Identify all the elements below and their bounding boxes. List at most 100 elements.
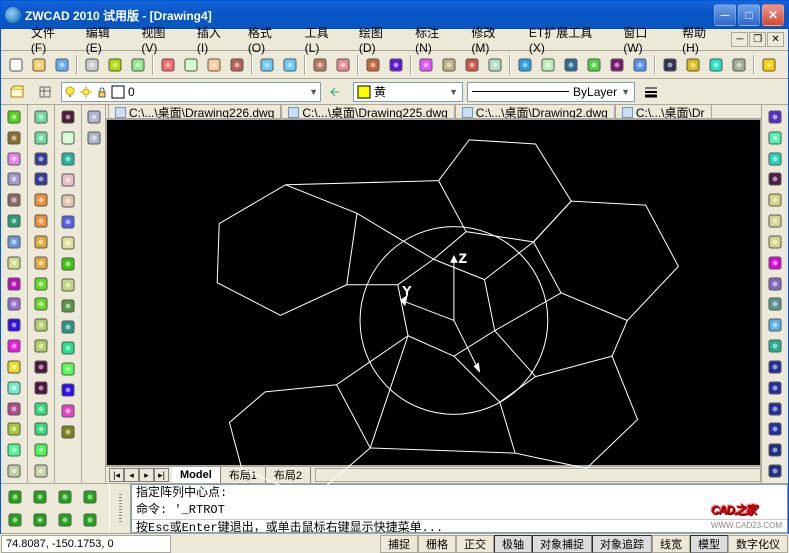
layer2-button[interactable] [83, 128, 105, 148]
cone-button[interactable] [583, 54, 605, 76]
command-window[interactable]: 指定阵列中心点: 命令: '_RTROT 按Esc或Enter键退出，或单击鼠标… [131, 484, 788, 533]
layer-states-button[interactable] [33, 81, 57, 103]
rt-pan-button[interactable] [309, 54, 331, 76]
coordinate-display[interactable]: 74.8087, -150.1753, 0 [1, 535, 171, 553]
xline-button[interactable] [3, 128, 25, 148]
zoom-p-button[interactable] [764, 232, 786, 252]
polygon-button[interactable] [3, 169, 25, 189]
layer-combo[interactable]: 0 ▼ [61, 82, 321, 102]
status-toggle-对象捕捉[interactable]: 对象捕捉 [532, 535, 592, 553]
publish-button[interactable] [127, 54, 149, 76]
status-toggle-对象追踪[interactable]: 对象追踪 [592, 535, 652, 553]
status-toggle-极轴[interactable]: 极轴 [494, 535, 532, 553]
hatch-button[interactable] [3, 378, 25, 398]
erase-button[interactable] [57, 107, 79, 127]
menu-insert[interactable]: 插入(I) [189, 22, 240, 57]
menu-file[interactable]: 文件(F) [23, 22, 78, 57]
cmd-side-d[interactable] [78, 486, 102, 508]
menu-format[interactable]: 格式(O) [240, 22, 297, 57]
sphere-button[interactable] [537, 54, 559, 76]
menu-view[interactable]: 视图(V) [133, 22, 189, 57]
status-toggle-栅格[interactable]: 栅格 [418, 535, 456, 553]
ellipse-button[interactable] [3, 294, 25, 314]
layout-tab[interactable]: Model [172, 467, 221, 483]
design-center-button[interactable] [438, 54, 460, 76]
mtext-button[interactable] [3, 461, 25, 481]
rotate-button[interactable] [57, 233, 79, 253]
fillet-button[interactable] [57, 401, 79, 421]
menu-draw[interactable]: 绘图(D) [351, 22, 407, 57]
box-b-button[interactable] [30, 211, 52, 231]
chamfer-button[interactable] [57, 380, 79, 400]
swivel-button[interactable] [764, 294, 786, 314]
document-tab[interactable]: C:\...\桌面\Drawing225.dwg [281, 105, 454, 119]
linetype-combo[interactable]: ByLayer ▼ [467, 82, 635, 102]
zoom-rt-button[interactable] [764, 169, 786, 189]
lineweight-button[interactable] [639, 81, 663, 103]
color-combo[interactable]: 黄 ▼ [353, 82, 463, 102]
dist-button[interactable] [764, 107, 786, 127]
sphere-a-button[interactable] [30, 107, 52, 127]
sphere-b-button[interactable] [30, 128, 52, 148]
cmd-side-h[interactable] [78, 509, 102, 531]
layer-prev-button[interactable] [325, 81, 349, 103]
undo-button[interactable] [256, 54, 278, 76]
command-grip[interactable] [109, 484, 131, 533]
extend-button[interactable] [57, 317, 79, 337]
document-tab[interactable]: C:\...\桌面\Dr [615, 105, 712, 119]
menu-et[interactable]: ET扩展工具(X) [521, 22, 615, 57]
window-close-button[interactable]: ✕ [762, 4, 784, 26]
walk-button[interactable] [764, 315, 786, 335]
v1-button[interactable] [764, 357, 786, 377]
v3-button[interactable] [764, 399, 786, 419]
m2-button[interactable] [764, 461, 786, 481]
ucs-button[interactable] [705, 54, 727, 76]
open-button[interactable] [28, 54, 50, 76]
rev-b-button[interactable] [30, 419, 52, 439]
rt-zoom-button[interactable] [332, 54, 354, 76]
orbit-button[interactable] [764, 253, 786, 273]
scale-button[interactable] [57, 254, 79, 274]
box-a-button[interactable] [30, 190, 52, 210]
cmd-side-a[interactable] [3, 486, 27, 508]
box-button[interactable] [514, 54, 536, 76]
revcloud-button[interactable] [3, 253, 25, 273]
v2-button[interactable] [764, 378, 786, 398]
print-button[interactable] [81, 54, 103, 76]
wedge-b-button[interactable] [30, 294, 52, 314]
redo-button[interactable] [279, 54, 301, 76]
match-button[interactable] [226, 54, 248, 76]
status-toggle-模型[interactable]: 模型 [690, 535, 728, 553]
vp-single-button[interactable] [659, 54, 681, 76]
mdi-close[interactable]: ✕ [767, 32, 784, 47]
block-button[interactable] [3, 336, 25, 356]
menu-modify[interactable]: 修改(M) [463, 22, 521, 57]
arc-button[interactable] [3, 211, 25, 231]
pline-button[interactable] [3, 149, 25, 169]
zoom-prev-button[interactable] [385, 54, 407, 76]
render-button[interactable] [728, 54, 750, 76]
tab-prev-button[interactable]: ◂ [124, 468, 139, 482]
tool-palette-button[interactable] [461, 54, 483, 76]
copy-button[interactable] [180, 54, 202, 76]
menu-window[interactable]: 窗口(W) [615, 22, 674, 57]
wedge-a-button[interactable] [30, 274, 52, 294]
zoom-w-button[interactable] [764, 190, 786, 210]
status-toggle-捕捉[interactable]: 捕捉 [380, 535, 418, 553]
area-button[interactable] [764, 128, 786, 148]
slice-button[interactable] [30, 440, 52, 460]
copy-button[interactable] [57, 128, 79, 148]
cmd-side-e[interactable] [3, 509, 27, 531]
menu-edit[interactable]: 编辑(E) [78, 22, 134, 57]
torus-b-button[interactable] [30, 336, 52, 356]
cone-a-button[interactable] [30, 232, 52, 252]
tab-next-button[interactable]: ▸ [139, 468, 154, 482]
pan-button[interactable] [764, 149, 786, 169]
layer1-button[interactable] [83, 107, 105, 127]
offset-button[interactable] [57, 170, 79, 190]
paste-button[interactable] [203, 54, 225, 76]
cmd-side-f[interactable] [28, 509, 52, 531]
document-tab[interactable]: C:\...\桌面\Drawing2.dwg [455, 105, 615, 119]
props-button[interactable] [415, 54, 437, 76]
cmd-side-c[interactable] [53, 486, 77, 508]
